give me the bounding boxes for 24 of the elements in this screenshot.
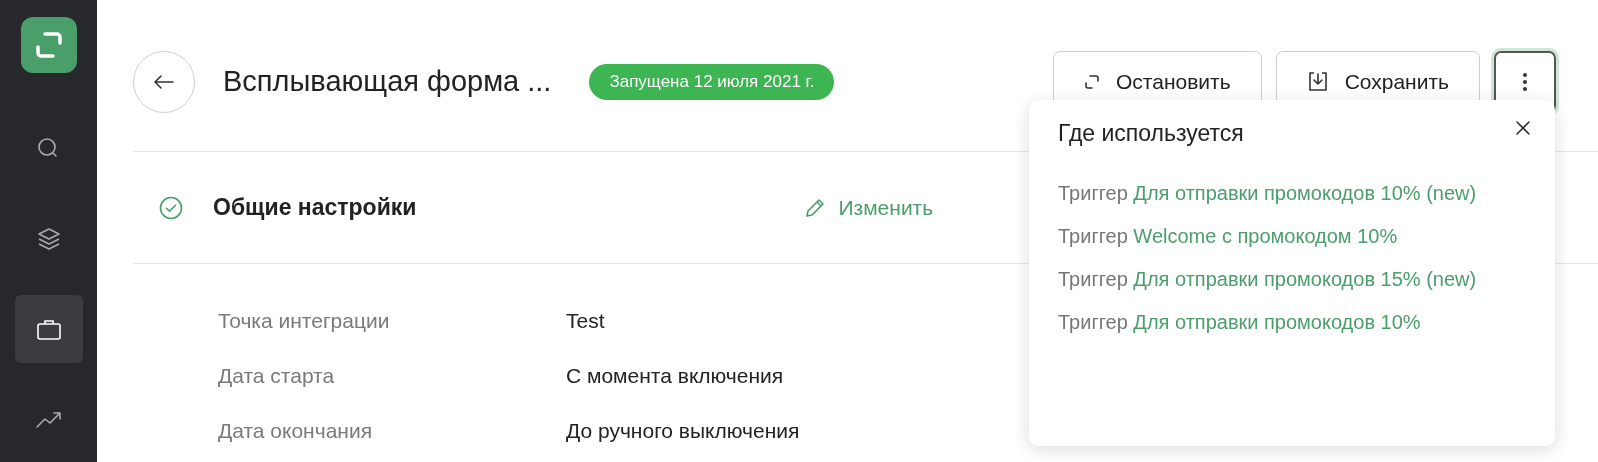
field-value: Test bbox=[566, 307, 605, 334]
field-label: Дата старта bbox=[218, 362, 336, 389]
field-value: С момента включения bbox=[566, 362, 784, 389]
edit-link[interactable]: Изменить bbox=[804, 191, 934, 224]
stop-icon bbox=[1084, 74, 1100, 90]
logo-icon[interactable] bbox=[20, 17, 77, 73]
close-icon bbox=[1516, 121, 1530, 135]
trigger-link[interactable]: Триггер Welcome с промокодом 10% bbox=[1058, 219, 1498, 253]
save-icon bbox=[1306, 71, 1329, 93]
popup-title: Где используется bbox=[1058, 119, 1244, 148]
back-arrow-icon bbox=[154, 75, 174, 89]
trigger-link[interactable]: Триггер Для отправки промокодов 10% bbox=[1058, 305, 1498, 339]
more-button[interactable] bbox=[1494, 51, 1556, 113]
pencil-icon bbox=[804, 196, 827, 219]
field-label: Точка интеграции bbox=[218, 307, 391, 334]
field-value: До ручного выключения bbox=[566, 417, 800, 444]
status-badge: Запущена 12 июля 2021 г. bbox=[589, 64, 835, 100]
trigger-link[interactable]: Триггер Для отправки промокодов 15% (new) bbox=[1058, 262, 1498, 296]
field-label: Дата окончания bbox=[218, 417, 374, 444]
sidebar-item[interactable] bbox=[14, 295, 83, 363]
more-vertical-icon bbox=[1523, 73, 1527, 91]
section-title: Общие настройки bbox=[213, 193, 417, 223]
trigger-link[interactable]: Триггер Для отправки промокодов 10% (new) bbox=[1058, 176, 1498, 210]
page-title: Всплывающая форма ... bbox=[223, 64, 552, 100]
